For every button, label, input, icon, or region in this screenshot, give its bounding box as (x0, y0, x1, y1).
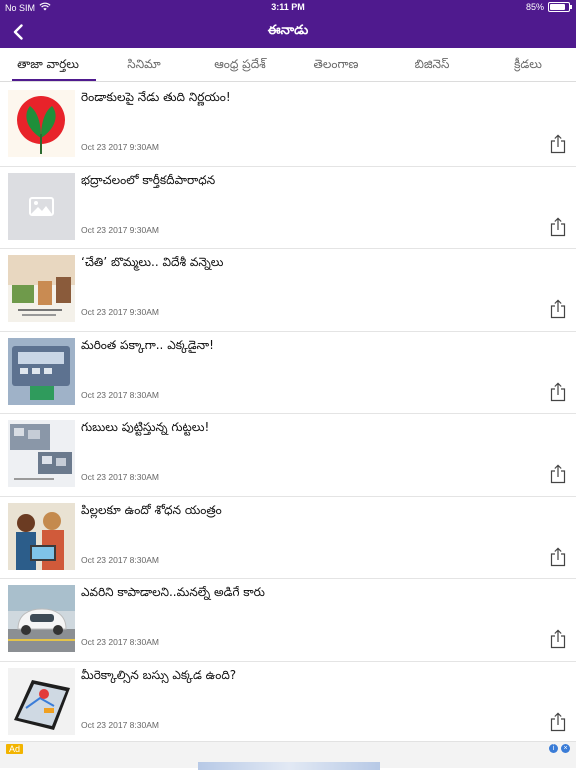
article-date: Oct 23 2017 8:30AM (81, 719, 159, 730)
list-item[interactable]: మరింత పక్కాగా.. ఎక్కడైనా! Oct 23 2017 8:… (0, 332, 576, 414)
tab-latest-news[interactable]: తాజా వార్తలు (0, 48, 96, 81)
battery-percent: 85% (525, 2, 544, 12)
article-thumbnail (8, 255, 75, 322)
info-icon[interactable]: i (549, 744, 558, 753)
article-thumbnail (8, 337, 75, 405)
article-title: పిల్లలకూ ఉందో శోధన యంత్రం (81, 502, 222, 517)
share-icon (550, 629, 566, 649)
article-title: మీరెక్కాల్సిన బస్సు ఎక్కడ ఉంది? (81, 667, 237, 682)
share-button[interactable] (550, 381, 566, 402)
ad-controls: i × (549, 744, 570, 753)
share-icon (550, 381, 566, 401)
category-tabs: తాజా వార్తలు సినిమా ఆంధ్ర ప్రదేశ్ తెలంగా… (0, 48, 576, 82)
share-icon (550, 546, 566, 566)
share-icon (550, 299, 566, 319)
status-right: 85% (525, 2, 572, 12)
article-thumbnail (8, 502, 75, 570)
article-thumbnail (8, 585, 75, 652)
list-item[interactable]: గుబులు పుట్టిస్తున్న గుట్టలు! Oct 23 201… (0, 414, 576, 497)
nav-bar: ఈనాడు (0, 16, 576, 48)
battery-icon (548, 2, 572, 12)
tab-andhra-pradesh[interactable]: ఆంధ్ర ప్రదేశ్ (192, 48, 288, 81)
share-button[interactable] (550, 546, 566, 567)
article-title: మరింత పక్కాగా.. ఎక్కడైనా! (81, 337, 214, 352)
share-icon (550, 134, 566, 154)
article-date: Oct 23 2017 9:30AM (81, 142, 159, 152)
article-date: Oct 23 2017 9:30AM (81, 307, 159, 317)
share-icon (550, 711, 566, 731)
list-item[interactable]: ‘చేతి’ బొమ్మలు.. విదేశీ వన్నెలు Oct 23 2… (0, 249, 576, 332)
share-button[interactable] (550, 711, 566, 732)
article-thumbnail (8, 667, 75, 735)
article-title: భద్రాచలంలో కార్తీకదీపారాధన (81, 172, 216, 187)
tab-telangana[interactable]: తెలంగాణ (288, 48, 384, 81)
ad-banner[interactable]: Ad i × (0, 741, 576, 770)
article-title: రెండాకులపై నేడు తుది నిర్ణయం! (81, 90, 231, 104)
tab-cinema[interactable]: సినిమా (96, 48, 192, 81)
article-title: గుబులు పుట్టిస్తున్న గుట్టలు! (81, 420, 210, 434)
ad-image[interactable] (198, 762, 380, 770)
share-icon (550, 464, 566, 484)
article-date: Oct 23 2017 8:30AM (81, 637, 159, 647)
article-title: ‘చేతి’ బొమ్మలు.. విదేశీ వన్నెలు (81, 255, 224, 269)
page-title: ఈనాడు (267, 23, 309, 38)
article-date: Oct 23 2017 8:30AM (81, 554, 159, 565)
article-date: Oct 23 2017 9:30AM (81, 224, 159, 235)
list-item[interactable]: పిల్లలకూ ఉందో శోధన యంత్రం Oct 23 2017 8:… (0, 497, 576, 579)
article-title: ఎవరిని కాపాడాలని..మనల్నే అడిగే కారు (81, 585, 265, 599)
ad-badge: Ad (6, 744, 24, 754)
tab-sports[interactable]: క్రీడలు (480, 48, 576, 81)
share-button[interactable] (550, 629, 566, 649)
article-date: Oct 23 2017 8:30AM (81, 389, 159, 400)
article-thumbnail (8, 90, 75, 157)
list-item[interactable]: భద్రాచలంలో కార్తీకదీపారాధన Oct 23 2017 9… (0, 167, 576, 249)
share-button[interactable] (550, 216, 566, 237)
close-icon[interactable]: × (561, 744, 570, 753)
share-button[interactable] (550, 134, 566, 154)
list-item[interactable]: మీరెక్కాల్సిన బస్సు ఎక్కడ ఉంది? Oct 23 2… (0, 662, 576, 744)
share-button[interactable] (550, 464, 566, 484)
clock: 3:11 PM (271, 2, 305, 12)
list-item[interactable]: రెండాకులపై నేడు తుది నిర్ణయం! Oct 23 201… (0, 84, 576, 167)
status-bar: No SIM 3:11 PM 85% (0, 0, 576, 16)
article-date: Oct 23 2017 8:30AM (81, 472, 159, 482)
tab-business[interactable]: బిజినెస్ (384, 48, 480, 81)
news-list: రెండాకులపై నేడు తుది నిర్ణయం! Oct 23 201… (0, 84, 576, 744)
share-icon (550, 216, 566, 236)
share-button[interactable] (550, 299, 566, 319)
article-thumbnail (8, 420, 75, 487)
list-item[interactable]: ఎవరిని కాపాడాలని..మనల్నే అడిగే కారు Oct … (0, 579, 576, 662)
article-thumbnail (8, 172, 75, 240)
